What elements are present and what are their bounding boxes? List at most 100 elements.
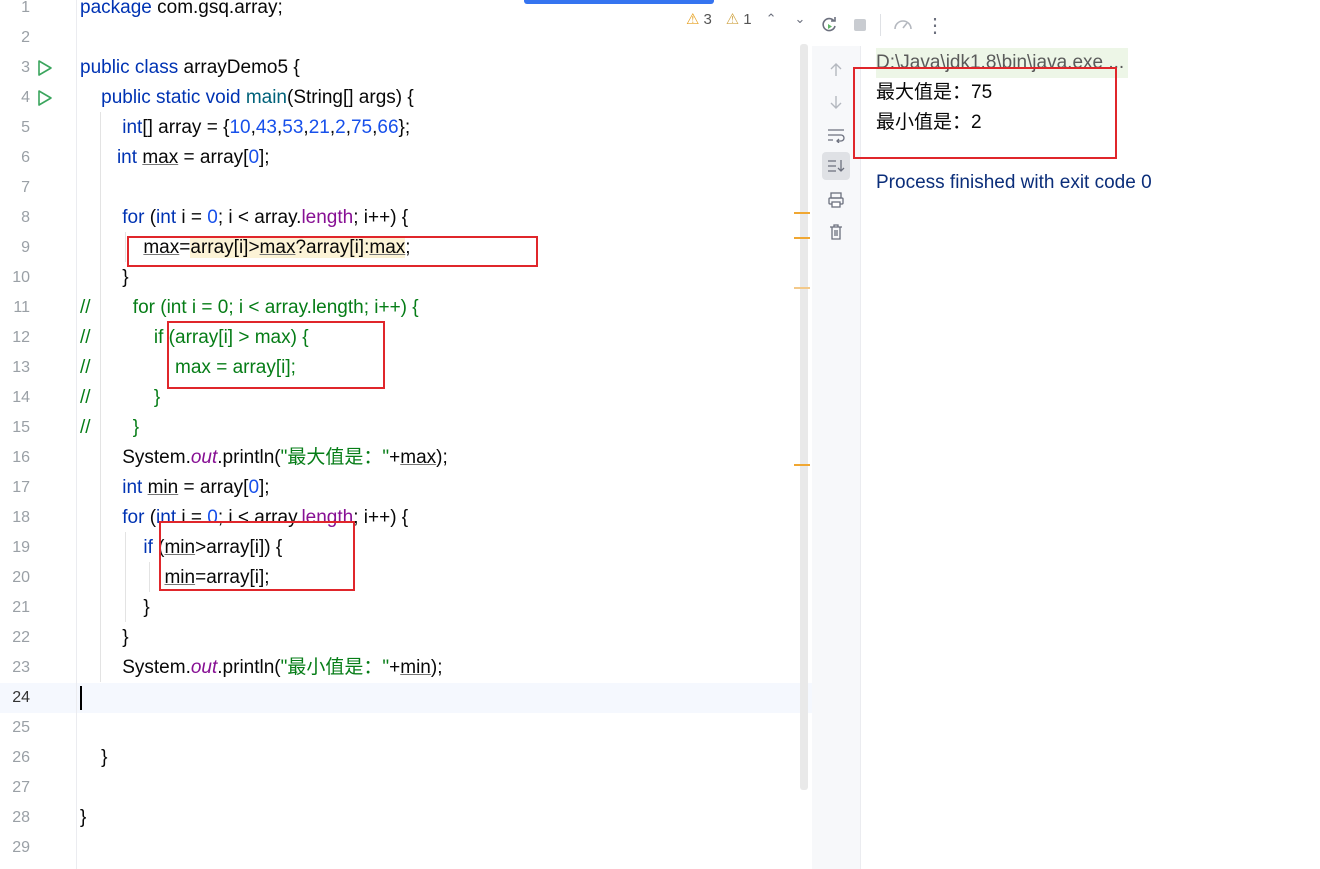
line-number[interactable]: 11	[0, 293, 30, 323]
line-number[interactable]: 26	[0, 743, 30, 773]
code-text[interactable]: System.out.println("最小值是："+min);	[80, 653, 442, 683]
chevron-down-icon[interactable]: ⌄	[795, 11, 806, 27]
line-number[interactable]: 22	[0, 623, 30, 653]
line-number[interactable]: 2	[0, 23, 30, 53]
line-number[interactable]: 8	[0, 203, 30, 233]
line-number[interactable]: 28	[0, 803, 30, 833]
line-number[interactable]: 24	[0, 683, 30, 713]
run-console[interactable]: D:\Java\jdk1.8\bin\java.exe ... 最大值是：75 …	[853, 46, 1320, 869]
arrow-down-icon[interactable]	[822, 88, 850, 116]
line-number[interactable]: 15	[0, 413, 30, 443]
code-text[interactable]: }	[80, 743, 107, 773]
code-line[interactable]: 5 int[] array = {10,43,53,21,2,75,66};	[0, 113, 812, 143]
warning-stripe[interactable]	[794, 464, 810, 466]
line-number[interactable]: 6	[0, 143, 30, 173]
toolbar-separator	[880, 14, 881, 36]
run-triangle-icon[interactable]	[36, 59, 54, 77]
trash-icon[interactable]	[822, 218, 850, 246]
code-editor[interactable]: 1 package com.gsq.array; 2 3 public class ar…	[0, 0, 812, 869]
print-icon[interactable]	[822, 186, 850, 214]
run-toolbar: ⋮	[812, 0, 1320, 46]
inspection-widget[interactable]: ⚠ 3 ⚠ 1 ⌃ ⌄	[686, 10, 806, 29]
arrow-up-icon[interactable]	[822, 56, 850, 84]
line-number[interactable]: 25	[0, 713, 30, 743]
line-number[interactable]: 29	[0, 833, 30, 863]
line-number[interactable]: 1	[0, 0, 30, 23]
code-line[interactable]: 23 System.out.println("最小值是："+min);	[0, 653, 812, 683]
run-triangle-icon[interactable]	[36, 89, 54, 107]
line-number[interactable]: 5	[0, 113, 30, 143]
code-text[interactable]: int max = array[0];	[80, 143, 270, 173]
warning-stripe[interactable]	[794, 212, 810, 214]
code-text[interactable]: package com.gsq.array;	[80, 0, 283, 23]
code-text[interactable]: }	[80, 593, 149, 623]
line-number[interactable]: 12	[0, 323, 30, 353]
line-number[interactable]: 9	[0, 233, 30, 263]
code-line[interactable]: 10 }	[0, 263, 812, 293]
code-line[interactable]: 11 // for (int i = 0; i < array.length; i…	[0, 293, 812, 323]
soft-wrap-icon[interactable]	[822, 121, 850, 149]
editor-scrollbar[interactable]	[800, 44, 808, 790]
indent-guide	[125, 232, 126, 262]
code-text[interactable]: public class arrayDemo5 {	[80, 53, 300, 83]
line-number[interactable]: 21	[0, 593, 30, 623]
line-number[interactable]: 18	[0, 503, 30, 533]
stop-icon[interactable]	[846, 11, 874, 39]
gauge-icon[interactable]	[889, 11, 917, 39]
code-line[interactable]: 7	[0, 173, 812, 203]
code-line[interactable]: 26 }	[0, 743, 812, 773]
code-line[interactable]: 22 }	[0, 623, 812, 653]
code-line[interactable]: 4 public static void main(String[] args)…	[0, 83, 812, 113]
annotation-box-ternary	[127, 236, 538, 267]
code-line[interactable]: 17 int min = array[0];	[0, 473, 812, 503]
line-number[interactable]: 13	[0, 353, 30, 383]
console-process-status: Process finished with exit code 0	[876, 172, 1152, 193]
indent-guide	[125, 532, 126, 622]
code-line[interactable]: 25	[0, 713, 812, 743]
code-line[interactable]: 6 int max = array[0];	[0, 143, 812, 173]
line-number[interactable]: 27	[0, 773, 30, 803]
line-number[interactable]: 4	[0, 83, 30, 113]
code-text[interactable]: }	[80, 803, 86, 833]
code-line[interactable]: 27	[0, 773, 812, 803]
code-line[interactable]: 28}	[0, 803, 812, 833]
more-vertical-icon[interactable]: ⋮	[921, 11, 949, 39]
scroll-to-end-icon[interactable]	[822, 152, 850, 180]
chevron-up-icon[interactable]: ⌃	[766, 11, 777, 27]
code-text[interactable]: // for (int i = 0; i < array.length; i++…	[80, 293, 419, 323]
line-number[interactable]: 19	[0, 533, 30, 563]
line-number[interactable]: 10	[0, 263, 30, 293]
rerun-icon[interactable]	[815, 11, 843, 39]
code-line[interactable]: 20 min=array[i];	[0, 563, 812, 593]
line-number[interactable]: 7	[0, 173, 30, 203]
code-text[interactable]: }	[80, 263, 128, 293]
code-text[interactable]: int min = array[0];	[80, 473, 269, 503]
code-line[interactable]: 12// if (array[i] > max) {	[0, 323, 812, 353]
code-line[interactable]: 16 System.out.println("最大值是："+max);	[0, 443, 812, 473]
code-text[interactable]: for (int i = 0; i < array.length; i++) {	[80, 203, 408, 233]
warning-stripe[interactable]	[794, 237, 810, 239]
line-number[interactable]: 17	[0, 473, 30, 503]
code-line[interactable]: 15 // }	[0, 413, 812, 443]
code-line[interactable]: 29	[0, 833, 812, 863]
code-text[interactable]: // }	[80, 413, 139, 443]
code-line[interactable]: 3 public class arrayDemo5 {	[0, 53, 812, 83]
code-line[interactable]: 21 }	[0, 593, 812, 623]
code-text[interactable]: // }	[80, 383, 160, 413]
line-number[interactable]: 20	[0, 563, 30, 593]
line-number[interactable]: 14	[0, 383, 30, 413]
code-text[interactable]: int[] array = {10,43,53,21,2,75,66};	[80, 113, 410, 143]
line-number[interactable]: 3	[0, 53, 30, 83]
warning-stripe[interactable]	[794, 287, 810, 289]
code-text[interactable]: public static void main(String[] args) {	[80, 83, 414, 113]
code-text[interactable]: }	[80, 623, 128, 653]
code-line[interactable]: 8 for (int i = 0; i < array.length; i++)…	[0, 203, 812, 233]
code-line[interactable]: 14 // }	[0, 383, 812, 413]
code-line[interactable]: 24	[0, 683, 812, 713]
code-line[interactable]: 18 for (int i = 0; i < array.length; i++…	[0, 503, 812, 533]
code-text[interactable]: System.out.println("最大值是："+max);	[80, 443, 448, 473]
line-number[interactable]: 16	[0, 443, 30, 473]
line-number[interactable]: 23	[0, 653, 30, 683]
code-line[interactable]: 19 if (min>array[i]) {	[0, 533, 812, 563]
code-line[interactable]: 13// max = array[i];	[0, 353, 812, 383]
